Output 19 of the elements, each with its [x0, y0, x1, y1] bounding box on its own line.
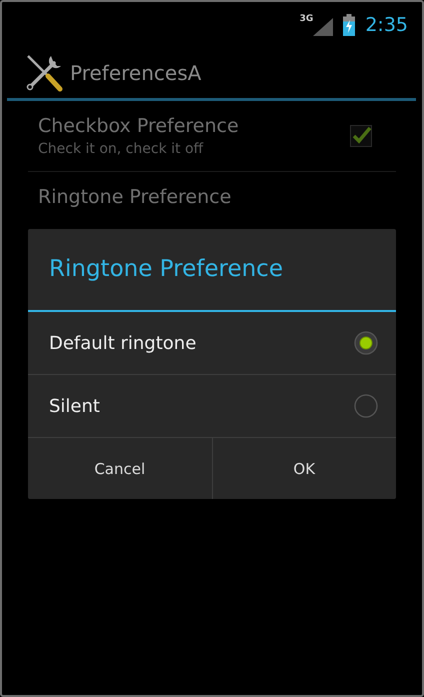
clock-time: 2:35 [365, 14, 408, 36]
dialog-title: Ringtone Preference [28, 229, 396, 312]
radio-button[interactable] [354, 394, 378, 418]
preference-item[interactable]: Ringtone Preference [28, 172, 396, 222]
preference-title: Checkbox Preference [38, 115, 239, 137]
preference-title: Ringtone Preference [38, 186, 232, 208]
checkbox[interactable] [350, 125, 372, 147]
tools-icon[interactable] [24, 53, 64, 93]
preference-summary: Check it on, check it off [38, 141, 204, 157]
preference-item[interactable]: Checkbox Preference Check it on, check it off [28, 101, 396, 172]
ringtone-option[interactable]: Silent [28, 375, 396, 438]
radio-button[interactable] [354, 331, 378, 355]
cancel-button[interactable]: Cancel [28, 438, 212, 499]
battery-charging-icon [343, 14, 356, 36]
signal-icon [313, 18, 334, 36]
app-title: PreferencesA [70, 61, 202, 85]
network-label: 3G [300, 14, 314, 24]
ok-button[interactable]: OK [212, 438, 396, 499]
ringtone-option[interactable]: Default ringtone [28, 312, 396, 375]
